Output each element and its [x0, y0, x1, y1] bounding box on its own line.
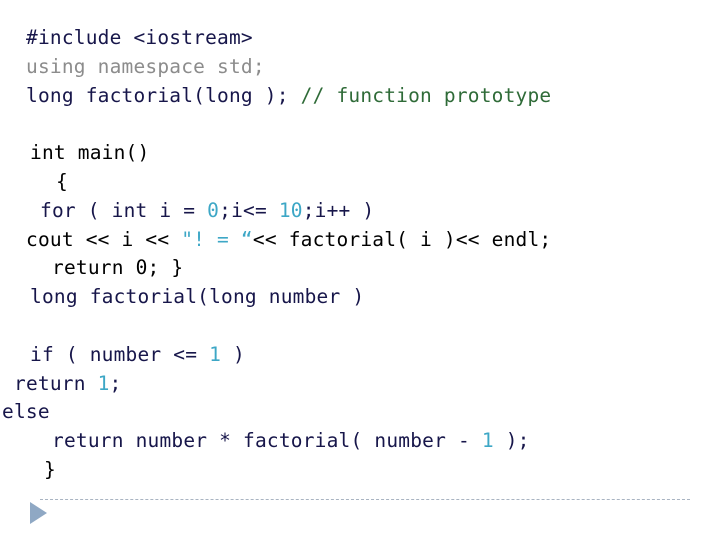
code-line: int main()	[0, 139, 720, 168]
code-token: for ( int i =	[40, 198, 208, 222]
code-token: int main()	[30, 141, 150, 165]
code-line: {	[0, 168, 720, 197]
code-line: if ( number <= 1 )	[0, 341, 720, 370]
code-token: 1	[481, 429, 494, 453]
code-line: return number * factorial( number - 1 );	[0, 427, 720, 456]
code-token: long factorial(long number )	[30, 285, 365, 309]
code-token: long factorial(long );	[26, 83, 301, 107]
code-line: for ( int i = 0;i<= 10;i++ )	[0, 197, 720, 226]
code-line: long factorial(long ); // function proto…	[0, 82, 720, 111]
code-line: cout << i << "! = “<< factorial( i )<< e…	[0, 226, 720, 255]
code-line: }	[0, 456, 720, 485]
code-token: << factorial( i )<< endl;	[252, 227, 552, 251]
code-token: {	[56, 169, 68, 193]
code-token: cout << i <<	[26, 227, 182, 251]
code-token: 0	[207, 198, 220, 222]
play-arrow-icon[interactable]	[30, 502, 47, 524]
code-token: 1	[209, 342, 222, 366]
code-token: )	[221, 342, 245, 366]
code-token: #include <iostream>	[26, 26, 253, 49]
code-token: return	[14, 371, 98, 395]
dashed-divider	[40, 499, 690, 500]
code-token: return number * factorial( number -	[52, 429, 482, 453]
code-token: ;	[109, 371, 122, 395]
code-line: return 0; }	[0, 254, 720, 283]
code-line: long factorial(long number )	[0, 283, 720, 312]
code-line	[0, 110, 720, 139]
code-line: return 1;	[0, 370, 720, 399]
code-listing: #include <iostream> using namespace std; l…	[0, 24, 720, 485]
code-token: );	[493, 429, 530, 453]
code-token: if ( number <=	[30, 342, 210, 366]
code-token: ;i<=	[219, 198, 279, 222]
code-token: 1	[97, 371, 110, 395]
code-token: else	[2, 400, 50, 424]
code-token: 10	[278, 198, 303, 222]
code-token: return 0; }	[52, 256, 184, 280]
code-line: #include <iostream>	[0, 24, 720, 53]
code-line	[0, 312, 720, 341]
code-token: ;i++ )	[302, 198, 375, 222]
code-token: }	[44, 457, 56, 481]
code-line: else	[0, 398, 720, 427]
code-token: // function prototype	[300, 83, 552, 107]
code-token: using namespace std;	[26, 54, 265, 78]
code-line: using namespace std;	[0, 53, 720, 82]
code-slide: #include <iostream> using namespace std; l…	[0, 0, 720, 540]
code-token: "! = “	[181, 227, 253, 251]
